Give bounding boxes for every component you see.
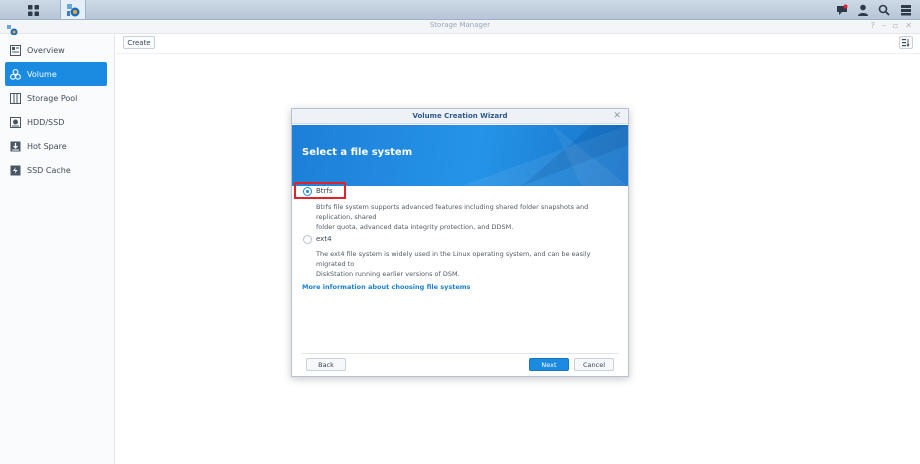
volume-icon [10, 68, 21, 80]
sidebar-item-hot-spare[interactable]: Hot Spare [5, 134, 107, 158]
ssd-cache-icon [10, 165, 21, 176]
overview-icon [10, 44, 21, 56]
window-titlebar: Storage Manager ? – ▫ ✕ [0, 20, 920, 36]
sidebar-item-label: Volume [27, 69, 57, 79]
more-info-link[interactable]: More information about choosing file sys… [302, 283, 470, 291]
sidebar-item-overview[interactable]: Overview [5, 38, 107, 62]
sidebar: Overview Volume Storage Pool HDD/SSD Hot… [0, 35, 115, 464]
chat-icon [837, 4, 848, 15]
maximize-icon[interactable]: ▫ [893, 21, 898, 30]
taskbar-storage-manager-button[interactable] [60, 0, 86, 20]
back-button[interactable]: Back [306, 358, 346, 371]
search-icon [878, 4, 890, 16]
sort-button[interactable] [899, 36, 913, 49]
user-button[interactable] [853, 0, 873, 20]
btrfs-description: Btrfs file system supports advanced feat… [316, 203, 589, 231]
dialog-footer-divider [302, 353, 618, 354]
widgets-icon [901, 5, 911, 16]
sidebar-item-hdd-ssd[interactable]: HDD/SSD [5, 110, 107, 134]
sidebar-item-label: SSD Cache [27, 165, 71, 175]
minimize-icon[interactable]: – [882, 21, 886, 30]
dialog-title-text: Volume Creation Wizard [412, 112, 508, 120]
help-icon[interactable]: ? [871, 21, 875, 30]
hot-spare-icon [10, 141, 21, 152]
window-title: Storage Manager [429, 21, 491, 29]
taskbar [0, 0, 920, 20]
sidebar-item-volume[interactable]: Volume [5, 62, 107, 86]
user-icon [858, 4, 868, 16]
sidebar-item-storage-pool[interactable]: Storage Pool [5, 86, 107, 110]
storage-pool-icon [10, 92, 21, 104]
dialog-title: Volume Creation Wizard [292, 109, 628, 124]
main-menu-button[interactable] [20, 0, 46, 20]
dialog-banner: Select a file system [292, 125, 628, 186]
btrfs-label: Btrfs [316, 187, 333, 195]
widgets-button[interactable] [896, 0, 916, 20]
ext4-label: ext4 [316, 235, 332, 243]
sidebar-item-label: HDD/SSD [27, 117, 65, 127]
create-button[interactable]: Create [123, 36, 155, 49]
storage-manager-icon [67, 3, 80, 16]
dialog-heading: Select a file system [302, 147, 413, 158]
window-controls: ? – ▫ ✕ [871, 21, 912, 30]
ext4-radio[interactable] [303, 235, 312, 244]
cancel-button[interactable]: Cancel [574, 358, 614, 371]
volume-creation-wizard-dialog: Volume Creation Wizard ✕ Select a file s… [291, 108, 629, 377]
sort-icon [902, 38, 910, 47]
toolbar-divider [116, 53, 920, 54]
sidebar-item-label: Hot Spare [27, 141, 67, 151]
dialog-close-icon[interactable]: ✕ [613, 111, 621, 121]
hdd-icon [10, 116, 21, 128]
notifications-button[interactable] [832, 0, 852, 20]
next-button[interactable]: Next [529, 358, 569, 371]
grid-icon [27, 4, 39, 16]
btrfs-radio[interactable] [303, 187, 312, 196]
search-button[interactable] [874, 0, 894, 20]
close-icon[interactable]: ✕ [905, 21, 912, 30]
sidebar-item-ssd-cache[interactable]: SSD Cache [5, 158, 107, 182]
sidebar-item-label: Storage Pool [27, 93, 78, 103]
sidebar-item-label: Overview [27, 45, 65, 55]
ext4-description: The ext4 file system is widely used in t… [316, 250, 591, 278]
